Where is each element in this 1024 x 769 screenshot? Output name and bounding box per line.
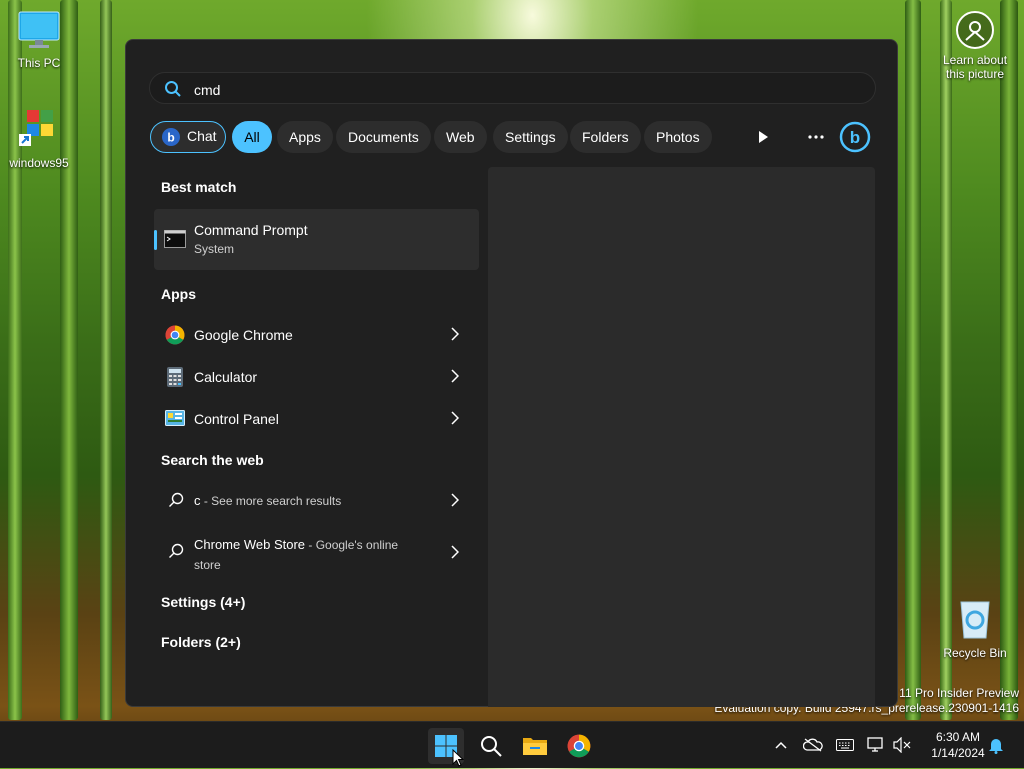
selection-indicator bbox=[154, 230, 157, 250]
evaluation-watermark-line1: s 11 Pro Insider Preview bbox=[889, 686, 1019, 700]
web-result-suffix: - Google's online bbox=[305, 538, 399, 552]
onedrive-offline-icon[interactable] bbox=[803, 738, 823, 752]
apps-heading: Apps bbox=[161, 286, 196, 302]
play-icon[interactable] bbox=[756, 130, 770, 144]
chrome-icon bbox=[567, 734, 591, 758]
chevron-up-icon[interactable] bbox=[775, 741, 787, 749]
filter-photos[interactable]: Photos bbox=[644, 121, 712, 153]
filter-label: Settings bbox=[505, 129, 556, 145]
best-match-command-prompt[interactable]: Command Prompt System bbox=[154, 209, 479, 270]
web-result-label: Chrome Web Store - Google's online store bbox=[194, 535, 434, 575]
web-result-chrome-web-store[interactable]: Chrome Web Store - Google's online store bbox=[154, 523, 479, 572]
app-result-label: Calculator bbox=[194, 369, 258, 385]
app-result-control-panel[interactable]: Control Panel bbox=[154, 399, 479, 439]
learn-about-label: Learn about this picture bbox=[942, 53, 1008, 81]
app-result-label: Google Chrome bbox=[194, 327, 293, 343]
svg-text:b: b bbox=[850, 128, 860, 147]
filter-folders[interactable]: Folders bbox=[570, 121, 641, 153]
web-result-suffix-line2: store bbox=[194, 558, 221, 572]
app-result-google-chrome[interactable]: Google Chrome bbox=[154, 315, 479, 355]
best-match-heading: Best match bbox=[161, 179, 237, 195]
web-result-title: Chrome Web Store bbox=[194, 537, 306, 552]
command-prompt-icon bbox=[164, 230, 186, 248]
camera-location-icon bbox=[956, 11, 994, 49]
search-icon bbox=[169, 543, 184, 558]
filter-apps[interactable]: Apps bbox=[277, 121, 333, 153]
search-icon bbox=[481, 736, 502, 757]
web-result-label: c - See more search results bbox=[194, 493, 341, 508]
search-box[interactable] bbox=[149, 72, 876, 104]
filter-web[interactable]: Web bbox=[434, 121, 487, 153]
search-icon bbox=[169, 492, 184, 507]
taskbar-chrome-button[interactable] bbox=[561, 728, 597, 764]
best-match-subtitle: System bbox=[194, 242, 235, 256]
filter-label: All bbox=[244, 129, 260, 145]
desktop-icon-recycle-bin[interactable]: Recycle Bin bbox=[943, 596, 1007, 660]
desktop-icon-windows95[interactable]: windows95 bbox=[7, 106, 71, 170]
chevron-right-icon[interactable] bbox=[451, 545, 459, 559]
folders-heading[interactable]: Folders (2+) bbox=[161, 634, 241, 650]
monitor-icon bbox=[18, 11, 60, 48]
filter-all[interactable]: All bbox=[232, 121, 272, 153]
app-result-label: Control Panel bbox=[194, 411, 279, 427]
chrome-icon bbox=[165, 325, 185, 345]
filter-label: Apps bbox=[289, 129, 321, 145]
app-result-calculator[interactable]: Calculator bbox=[154, 357, 479, 397]
filter-label: Photos bbox=[656, 129, 700, 145]
search-icon bbox=[165, 81, 181, 97]
desktop-icon-this-pc[interactable]: This PC bbox=[7, 10, 71, 70]
chevron-right-icon[interactable] bbox=[451, 369, 459, 383]
filter-chips: b Chat All Apps Documents Web Settings F… bbox=[149, 121, 876, 154]
folder-icon bbox=[523, 738, 547, 755]
mouse-cursor-icon bbox=[452, 749, 465, 767]
filter-documents[interactable]: Documents bbox=[336, 121, 431, 153]
learn-about-picture-button[interactable]: Learn about this picture bbox=[934, 10, 1016, 81]
web-result-see-more[interactable]: c - See more search results bbox=[154, 481, 479, 521]
volume-muted-icon[interactable] bbox=[893, 737, 911, 753]
control-panel-icon bbox=[165, 410, 185, 426]
filter-label: Folders bbox=[582, 129, 629, 145]
bing-chat-icon: b bbox=[162, 128, 180, 146]
search-input[interactable] bbox=[192, 79, 856, 101]
notification-bell-icon[interactable] bbox=[988, 736, 1004, 754]
best-match-title: Command Prompt bbox=[194, 222, 308, 238]
filter-settings[interactable]: Settings bbox=[493, 121, 568, 153]
windows95-logo-icon bbox=[19, 110, 53, 146]
svg-text:b: b bbox=[167, 131, 174, 145]
taskbar: 6:30 AM 1/14/2024 bbox=[0, 721, 1024, 768]
chevron-right-icon[interactable] bbox=[451, 493, 459, 507]
desktop-icon-label: This PC bbox=[17, 56, 61, 70]
filter-label: Chat bbox=[187, 128, 217, 144]
taskbar-search-button[interactable] bbox=[473, 728, 509, 764]
calculator-icon bbox=[167, 367, 183, 387]
chevron-right-icon[interactable] bbox=[451, 411, 459, 425]
taskbar-clock[interactable]: 6:30 AM 1/14/2024 bbox=[918, 729, 998, 761]
chevron-right-icon[interactable] bbox=[451, 327, 459, 341]
keyboard-icon[interactable] bbox=[836, 739, 854, 751]
desktop-icon-label: windows95 bbox=[9, 156, 69, 170]
more-options-icon[interactable] bbox=[807, 134, 825, 140]
web-result-suffix: - See more search results bbox=[200, 494, 342, 508]
network-icon[interactable] bbox=[867, 737, 885, 753]
recycle-bin-icon bbox=[960, 601, 990, 639]
filter-chat[interactable]: b Chat bbox=[150, 121, 226, 153]
filter-label: Web bbox=[446, 129, 475, 145]
bing-icon[interactable]: b bbox=[839, 121, 871, 153]
settings-heading[interactable]: Settings (4+) bbox=[161, 594, 245, 610]
taskbar-file-explorer-button[interactable] bbox=[517, 728, 553, 764]
search-web-heading: Search the web bbox=[161, 452, 264, 468]
clock-date: 1/14/2024 bbox=[931, 746, 985, 760]
preview-pane bbox=[488, 167, 875, 707]
desktop-icon-label: Recycle Bin bbox=[943, 646, 1007, 660]
search-panel: b Chat All Apps Documents Web Settings F… bbox=[125, 39, 898, 707]
clock-time: 6:30 AM bbox=[935, 730, 981, 744]
filter-label: Documents bbox=[348, 129, 419, 145]
